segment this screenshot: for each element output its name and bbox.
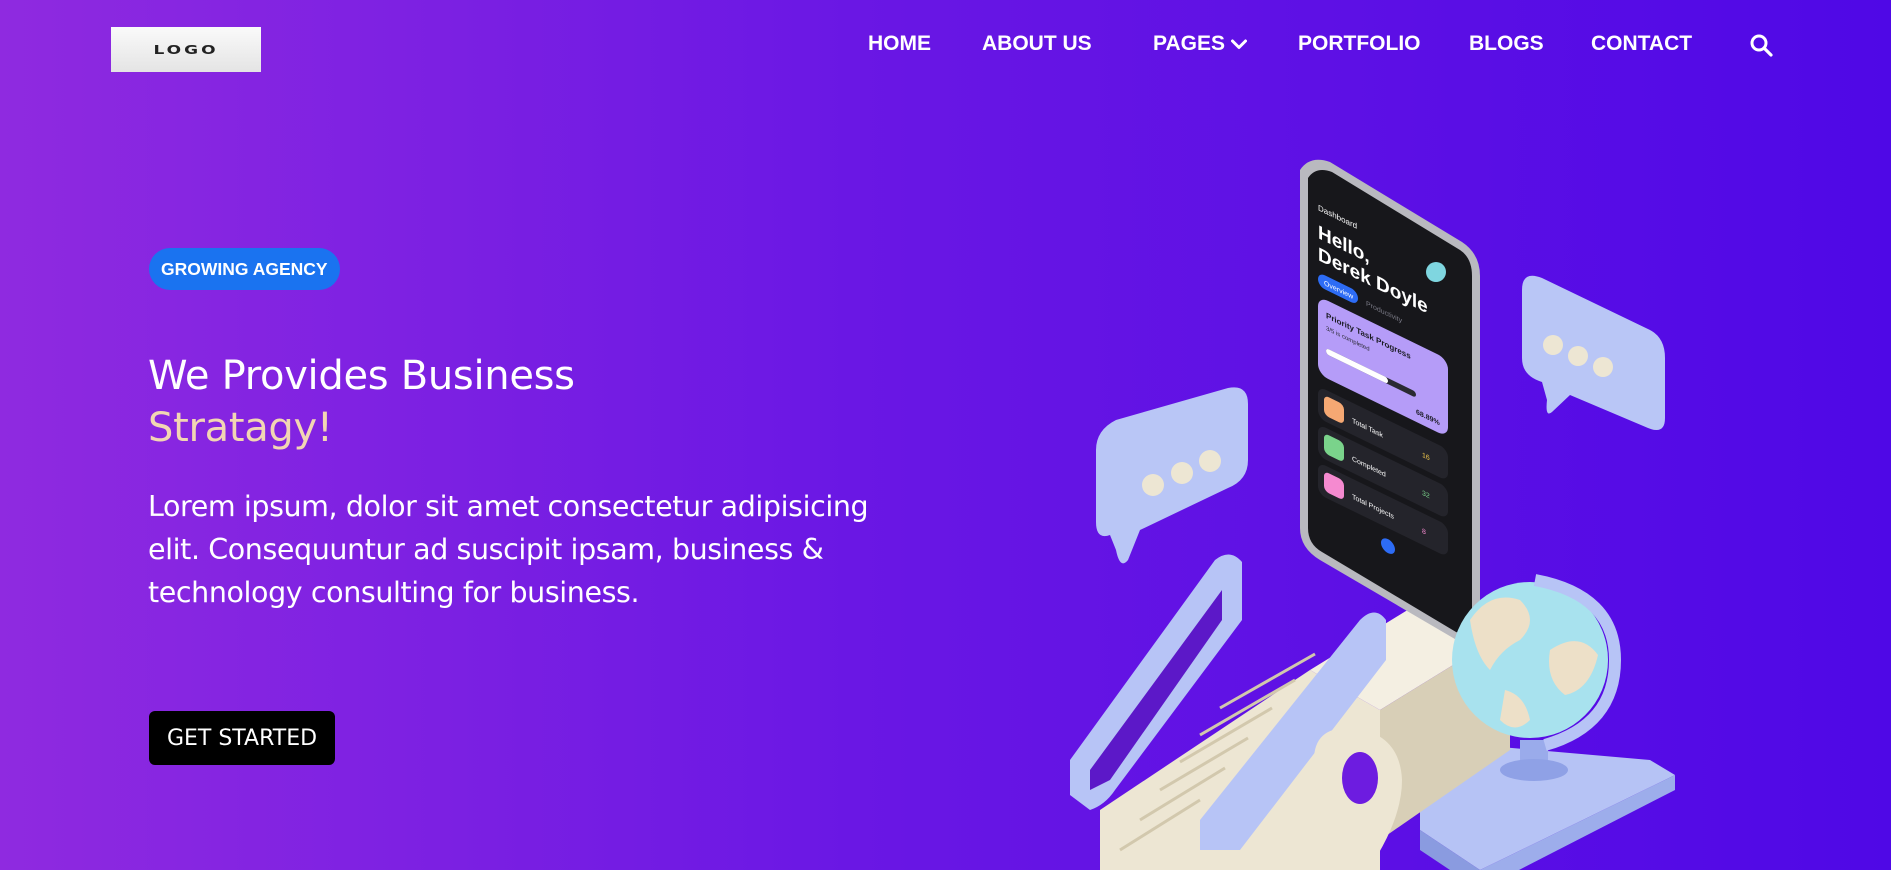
chevron-down-icon	[1230, 39, 1247, 49]
status-badge: GROWING AGENCY	[149, 248, 340, 290]
avatar	[1426, 262, 1446, 282]
page-title: We Provides Business Stratagy!	[148, 350, 575, 454]
nav-pages[interactable]: PAGES	[1153, 32, 1247, 56]
main-nav: HOME ABOUT US PAGES PORTFOLIO BLOGS CONT…	[868, 32, 1891, 62]
phone: Dashboard Hello, Derek Doyle Overview Pr…	[1300, 159, 1480, 645]
logo-text: LOGO	[153, 42, 219, 57]
logo[interactable]: LOGO	[111, 27, 261, 72]
nav-about-us[interactable]: ABOUT US	[982, 32, 1092, 56]
nav-contact[interactable]: CONTACT	[1591, 32, 1692, 56]
chat-bubble-left	[1096, 387, 1248, 564]
nav-pages-label: PAGES	[1153, 32, 1225, 55]
get-started-button[interactable]: GET STARTED	[149, 711, 335, 765]
nav-blogs[interactable]: BLOGS	[1469, 32, 1544, 56]
nav-portfolio[interactable]: PORTFOLIO	[1298, 32, 1421, 56]
badge-label: GROWING AGENCY	[161, 258, 328, 279]
hero-description: Lorem ipsum, dolor sit amet consectetur …	[148, 490, 869, 609]
chat-bubble-right	[1522, 275, 1665, 431]
hero-illustration: Dashboard Hello, Derek Doyle Overview Pr…	[1070, 159, 1675, 870]
nav-home[interactable]: HOME	[868, 32, 931, 56]
title-line-2: Stratagy!	[148, 405, 333, 451]
title-line-1: We Provides Business	[148, 353, 575, 399]
search-icon[interactable]	[1749, 33, 1773, 57]
